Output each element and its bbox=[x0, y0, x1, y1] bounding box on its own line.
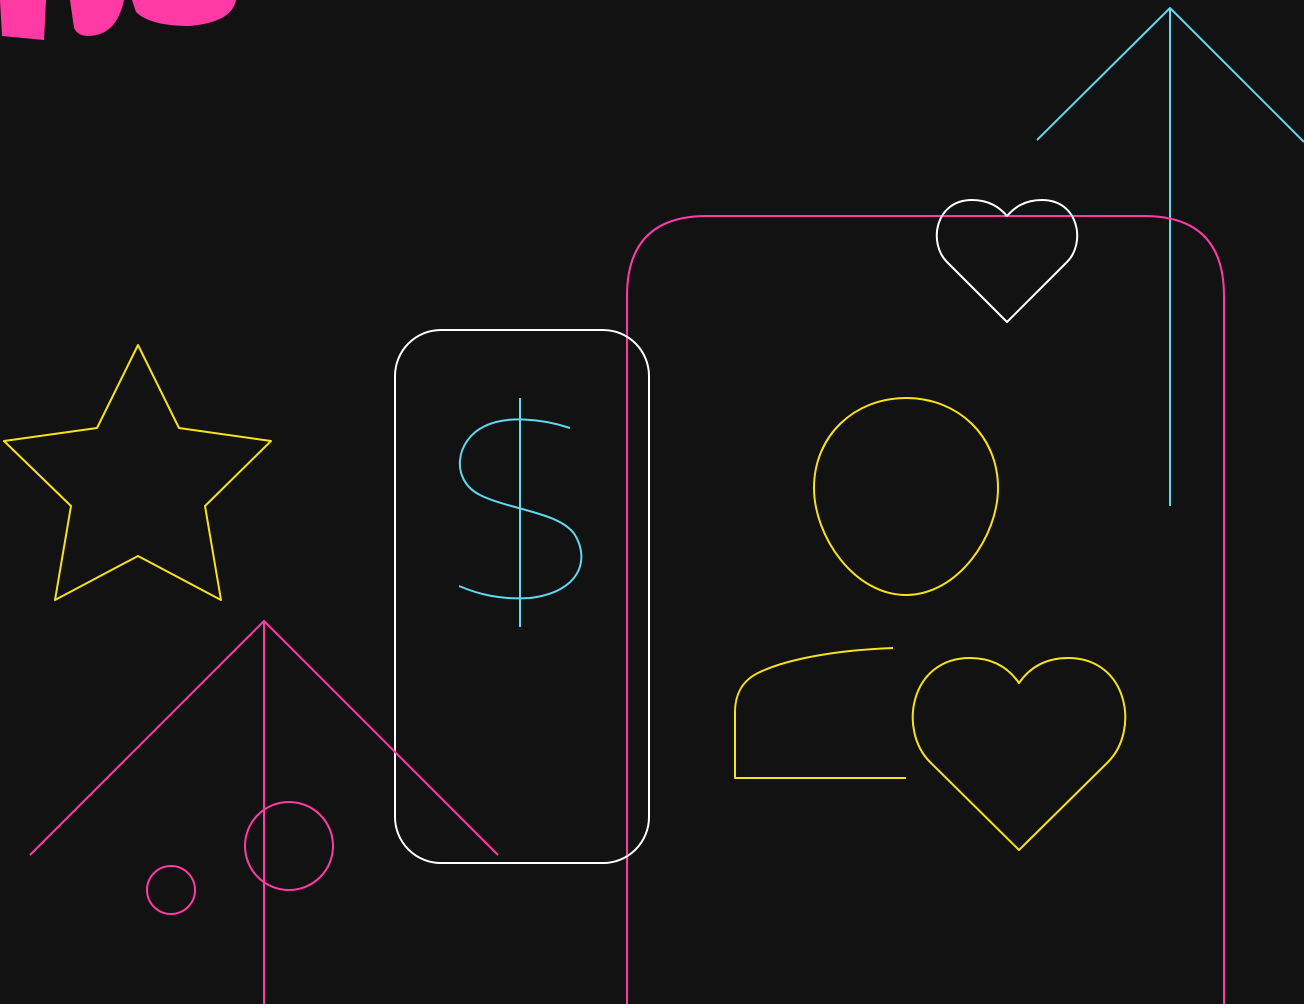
partial-headline-glyphs bbox=[0, 0, 236, 40]
illustration-canvas bbox=[0, 0, 1304, 1004]
star-icon bbox=[3, 344, 272, 601]
user-head-icon bbox=[813, 397, 999, 596]
large-heart-icon bbox=[911, 657, 1127, 851]
headline-glyph-fragment-2 bbox=[70, 0, 124, 36]
dollar-card-icon bbox=[394, 329, 650, 864]
small-heart-icon bbox=[935, 199, 1079, 323]
headline-glyph-fragment-1 bbox=[0, 0, 46, 40]
large-circle-icon bbox=[244, 801, 334, 891]
up-arrow-icon bbox=[1036, 7, 1304, 506]
dollar-sign-icon bbox=[458, 398, 583, 627]
headline-glyph-fragment-3 bbox=[132, 0, 236, 26]
small-circle-icon bbox=[146, 865, 196, 915]
phone-frame-icon bbox=[626, 215, 1225, 1004]
house-roof-icon bbox=[29, 620, 499, 1004]
user-body-icon bbox=[734, 647, 906, 779]
